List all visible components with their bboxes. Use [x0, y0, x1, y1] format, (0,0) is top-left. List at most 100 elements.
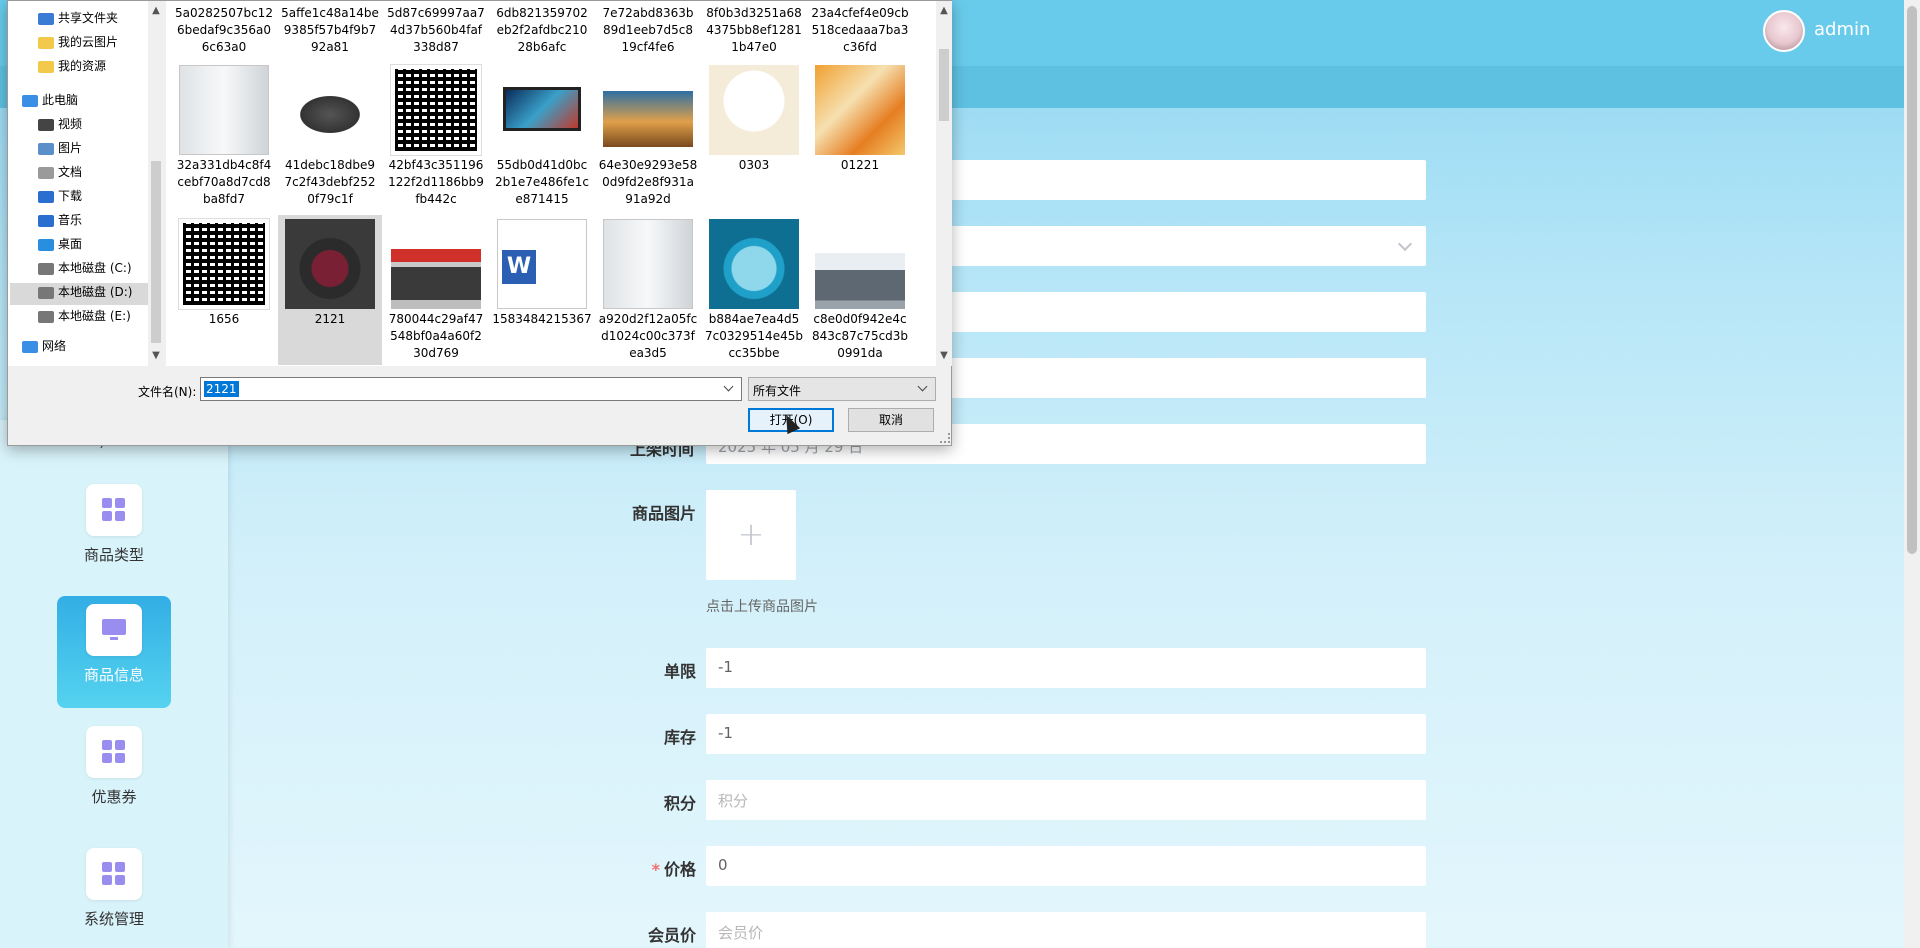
file-name: 01221: [840, 158, 880, 172]
sidebar-item-3[interactable]: 系统管理: [57, 840, 171, 948]
file-tile[interactable]: 64e30e9293e58 0d9fd2e8f931a 91a92d: [596, 61, 700, 211]
document-icon: [38, 166, 54, 179]
file-thumbnail: [179, 65, 269, 155]
scroll-down-icon[interactable]: ▼: [936, 348, 952, 364]
form-input[interactable]: -1: [706, 714, 1426, 754]
filename-label: 文件名(N):: [138, 385, 197, 399]
grid-icon: [86, 726, 142, 778]
tree-item-label: 我的云图片: [58, 35, 119, 49]
cancel-button[interactable]: 取消: [848, 408, 934, 432]
file-tile[interactable]: 32a331db4c8f4 cebf70a8d7cd8 ba8fd7: [172, 61, 276, 211]
tree-item-label: 此电脑: [42, 93, 79, 107]
file-name[interactable]: 7e72abd8363b 89d1eeb7d5c8 19cf4fe6: [596, 5, 700, 56]
file-list-scrollbar-thumb[interactable]: [939, 49, 949, 121]
file-thumbnail: [390, 64, 482, 156]
network-icon: [22, 340, 38, 353]
image-upload-box[interactable]: +: [706, 490, 796, 580]
tree-item-label: 图片: [58, 141, 83, 155]
file-tile[interactable]: 1656: [172, 215, 276, 365]
tree-item[interactable]: 本地磁盘 (E:): [38, 307, 131, 329]
tree-item[interactable]: 共享文件夹: [38, 9, 118, 31]
file-thumbnail: [285, 65, 375, 155]
music-icon: [38, 214, 54, 227]
file-name[interactable]: 5affe1c48a14be 9385f57b4f9b7 92a81: [278, 5, 382, 56]
file-thumbnail: [178, 218, 270, 310]
tree-item-label: 我的资源: [58, 59, 107, 73]
file-tile[interactable]: c8e0d0f942e4c 843c87c75cd3b 0991da: [808, 215, 912, 365]
grid-icon: [86, 848, 142, 900]
file-tile[interactable]: W 1583484215367: [490, 215, 594, 365]
file-name[interactable]: 5d87c69997aa7 4d37b560b4faf 338d87: [384, 5, 488, 56]
tree-item[interactable]: 图片: [38, 139, 82, 161]
file-tile[interactable]: 01221: [808, 61, 912, 211]
file-tile[interactable]: 0303: [702, 61, 806, 211]
tree-item[interactable]: 本地磁盘 (C:): [38, 259, 132, 281]
tree-item[interactable]: 文档: [38, 163, 82, 185]
form-label: * 价格: [600, 856, 696, 880]
form-input[interactable]: 会员价: [706, 912, 1426, 948]
video-icon: [38, 118, 54, 131]
sidebar-item-1[interactable]: 商品信息: [57, 596, 171, 708]
username-label[interactable]: admin: [1814, 19, 1870, 40]
file-tile[interactable]: 42bf43c351196 122f2d1186bb9 fb442c: [384, 61, 488, 211]
form-row: 积分 积分: [600, 780, 1426, 820]
form-input-value: 0: [718, 856, 728, 874]
filetype-select[interactable]: 所有文件: [748, 377, 936, 401]
folder-icon: [38, 60, 54, 73]
form-input[interactable]: -1: [706, 648, 1426, 688]
page-scrollbar[interactable]: [1904, 0, 1920, 948]
file-name[interactable]: 5a0282507bc12 6bedaf9c356a0 6c63a0: [172, 5, 276, 56]
file-tile[interactable]: 780044c29af47 548bf0a4a60f2 30d769: [384, 215, 488, 365]
tree-item-label: 下载: [58, 189, 83, 203]
picture-icon: [38, 142, 54, 155]
file-tile[interactable]: b884ae7ea4d5 7c0329514e45b cc35bbe: [702, 215, 806, 365]
file-name: a920d2f12a05fc d1024c00c373f ea3d5: [598, 312, 698, 360]
user-avatar[interactable]: [1763, 10, 1805, 52]
sidebar-item-0[interactable]: 商品类型: [57, 476, 171, 588]
tree-item[interactable]: 本地磁盘 (D:): [10, 283, 150, 305]
form-input[interactable]: 积分: [706, 780, 1426, 820]
tree-item[interactable]: 网络: [22, 337, 66, 359]
tree-item[interactable]: 此电脑: [22, 91, 78, 113]
file-thumbnail: [815, 65, 905, 155]
file-tile[interactable]: 41debc18dbe9 7c2f43debf252 0f79c1f: [278, 61, 382, 211]
file-name: 64e30e9293e58 0d9fd2e8f931a 91a92d: [598, 158, 698, 206]
file-tile[interactable]: 2121: [278, 215, 382, 365]
file-thumbnail: [709, 219, 799, 309]
plus-icon: +: [737, 515, 765, 553]
tree-item[interactable]: 下载: [38, 187, 82, 209]
sidebar-item-label: 商品类型: [83, 546, 144, 564]
scroll-up-icon[interactable]: ▲: [936, 3, 952, 19]
sidebar-item-2[interactable]: 优惠券: [57, 718, 171, 830]
tree-item-label: 共享文件夹: [58, 11, 119, 25]
file-name[interactable]: 8f0b3d3251a68 4375bb8ef1281 1b47e0: [702, 5, 806, 56]
page-scrollbar-thumb[interactable]: [1907, 6, 1917, 554]
scroll-up-icon[interactable]: ▲: [148, 3, 164, 19]
share-folder-icon: [38, 12, 54, 25]
tree-item[interactable]: 音乐: [38, 211, 82, 233]
folder-tree-scrollbar[interactable]: ▲ ▼: [148, 1, 164, 366]
file-name[interactable]: 6db821359702 eb2f2afdbc210 28b6afc: [490, 5, 594, 56]
tree-item[interactable]: 桌面: [38, 235, 82, 257]
file-thumbnail: [603, 91, 693, 147]
folder-tree-scrollbar-thumb[interactable]: [151, 161, 161, 343]
upload-hint: 点击上传商品图片: [706, 599, 818, 615]
file-name[interactable]: 23a4cfef4e09cb 518cedaaa7ba3 c36fd: [808, 5, 912, 56]
filename-value[interactable]: 2121: [204, 381, 239, 397]
file-thumbnail: W: [497, 219, 587, 309]
chevron-down-icon[interactable]: [723, 381, 734, 392]
resize-grip-icon[interactable]: [940, 433, 950, 443]
file-tile[interactable]: a920d2f12a05fc d1024c00c373f ea3d5: [596, 215, 700, 365]
product-image-label: 商品图片: [631, 504, 696, 523]
tree-item[interactable]: 视频: [38, 115, 82, 137]
form-input[interactable]: 0: [706, 846, 1426, 886]
file-list-scrollbar[interactable]: ▲ ▼: [936, 1, 952, 366]
folder-icon: [38, 36, 54, 49]
scroll-down-icon[interactable]: ▼: [148, 348, 164, 364]
filename-input[interactable]: 2121: [200, 377, 742, 401]
tree-item[interactable]: 我的资源: [38, 57, 106, 79]
desktop-icon: [38, 238, 54, 251]
file-tile[interactable]: 55db0d41d0bc 2b1e7e486fe1c e871415: [490, 61, 594, 211]
tree-item[interactable]: 我的云图片: [38, 33, 118, 55]
file-name: 1656: [208, 312, 240, 326]
